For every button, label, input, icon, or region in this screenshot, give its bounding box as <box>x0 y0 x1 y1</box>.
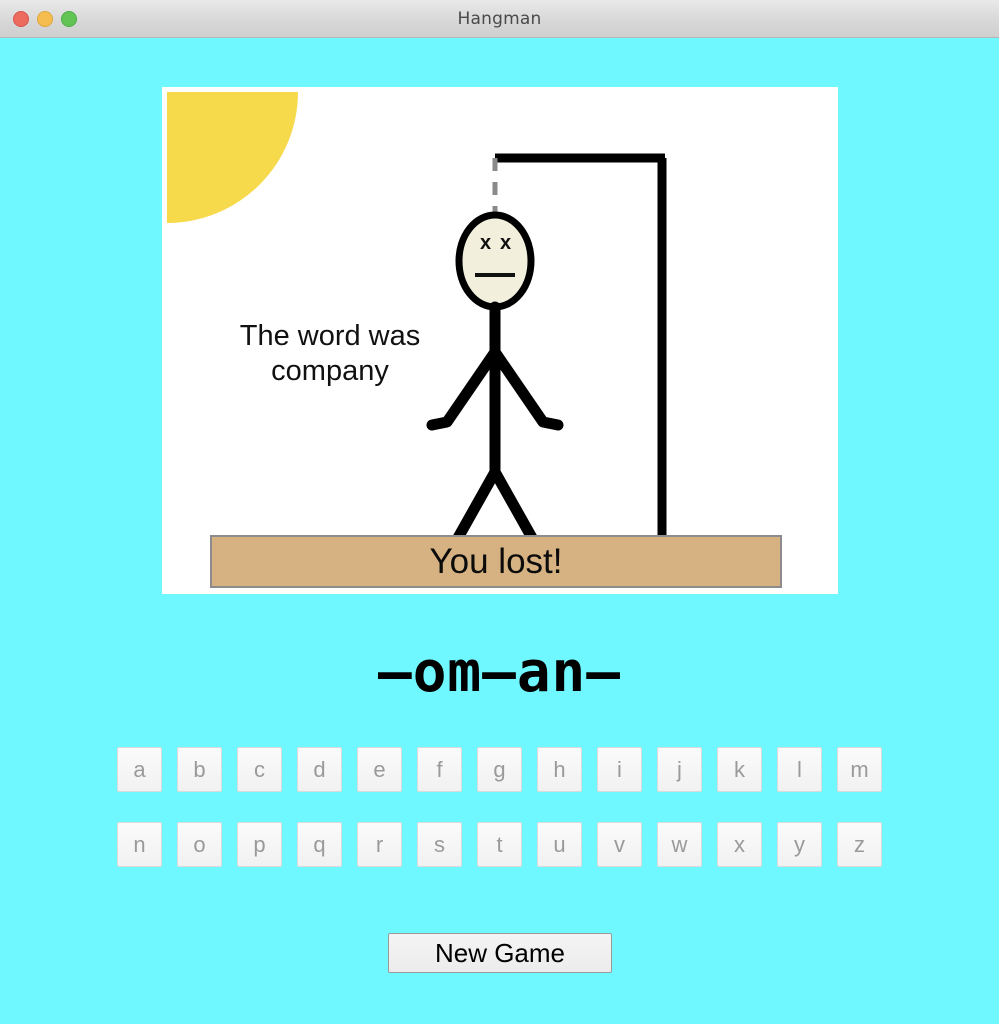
game-canvas: x x The word was company You lost! <box>162 87 838 594</box>
letter-key-e: e <box>357 747 402 792</box>
letter-key-p: p <box>237 822 282 867</box>
minimize-button[interactable] <box>37 11 53 27</box>
result-banner-text: You lost! <box>429 542 563 581</box>
window-controls <box>13 11 77 27</box>
letter-key-o: o <box>177 822 222 867</box>
letter-key-w: w <box>657 822 702 867</box>
letter-key-i: i <box>597 747 642 792</box>
left-eye-icon: x <box>480 232 491 254</box>
letter-key-g: g <box>477 747 522 792</box>
letter-key-z: z <box>837 822 882 867</box>
letter-key-b: b <box>177 747 222 792</box>
gallows-icon <box>495 153 667 542</box>
right-eye-icon: x <box>500 232 511 254</box>
letter-key-c: c <box>237 747 282 792</box>
masked-word-display: –om–an– <box>377 640 621 705</box>
window-title: Hangman <box>457 8 542 29</box>
letter-key-d: d <box>297 747 342 792</box>
new-game-button[interactable]: New Game <box>388 933 612 973</box>
zoom-button[interactable] <box>61 11 77 27</box>
letter-key-r: r <box>357 822 402 867</box>
word-reveal-line-2: company <box>271 355 389 387</box>
letter-key-m: m <box>837 747 882 792</box>
letter-key-s: s <box>417 822 462 867</box>
letter-key-u: u <box>537 822 582 867</box>
letter-key-v: v <box>597 822 642 867</box>
hangman-app: Hangman x x The word was company You los… <box>0 0 999 1024</box>
right-arm <box>489 346 564 431</box>
head-icon <box>455 211 535 311</box>
letter-key-l: l <box>777 747 822 792</box>
letter-key-q: q <box>297 822 342 867</box>
close-button[interactable] <box>13 11 29 27</box>
letter-key-x: x <box>717 822 762 867</box>
window-titlebar: Hangman <box>0 0 999 38</box>
letter-row-bottom: nopqrstuvwxyz <box>0 822 999 867</box>
word-reveal-line-1: The word was <box>239 320 421 352</box>
letter-row-top: abcdefghijklm <box>0 747 999 792</box>
letter-key-t: t <box>477 822 522 867</box>
letter-key-k: k <box>717 747 762 792</box>
letter-key-y: y <box>777 822 822 867</box>
letter-key-a: a <box>117 747 162 792</box>
letter-key-h: h <box>537 747 582 792</box>
letter-key-j: j <box>657 747 702 792</box>
letter-key-f: f <box>417 747 462 792</box>
letter-key-n: n <box>117 822 162 867</box>
result-banner: You lost! <box>210 535 782 588</box>
